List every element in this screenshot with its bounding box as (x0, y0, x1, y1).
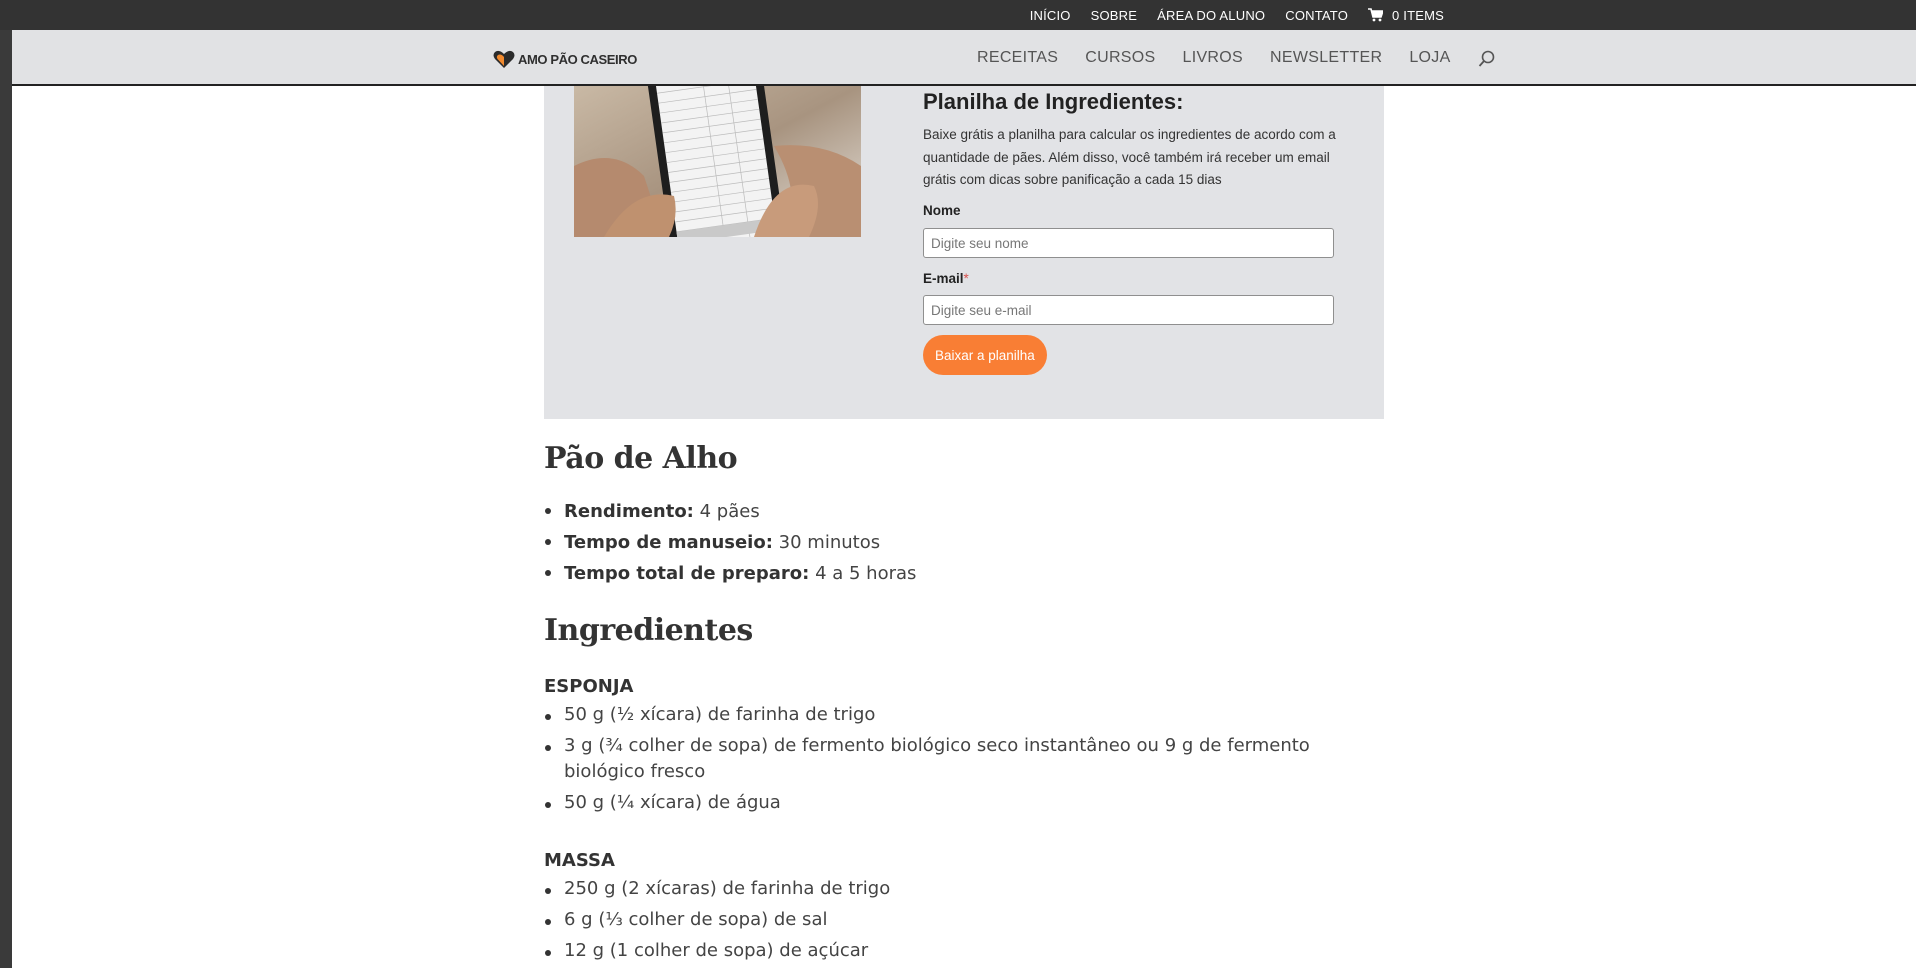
name-label: Nome (923, 203, 961, 218)
cart-icon (1368, 8, 1384, 22)
recipe-meta-list: Rendimento: 4 pães Tempo de manuseio: 30… (544, 496, 1364, 589)
meta-item-handling-time: Tempo de manuseio: 30 minutos (544, 527, 1364, 558)
nav-item-livros[interactable]: LIVROS (1183, 49, 1244, 67)
list-item: 250 g (2 xícaras) de farinha de trigo (544, 876, 1364, 902)
required-mark: * (963, 271, 969, 286)
ingredients-title: Ingredientes (544, 613, 753, 648)
recipe-title: Pão de Alho (544, 441, 738, 476)
list-item: 3 g (¾ colher de sopa) de fermento bioló… (544, 733, 1364, 785)
list-item: 6 g (⅓ colher de sopa) de sal (544, 907, 1364, 933)
name-input[interactable] (923, 228, 1334, 258)
logo-text: AMO PÃO CASEIRO (518, 51, 637, 67)
meta-value: 30 minutos (778, 532, 881, 553)
phone-spreadsheet-image (574, 86, 861, 237)
section-title-massa: MASSA (544, 850, 615, 871)
email-label: E-mail* (923, 271, 969, 286)
list-item: 50 g (¼ xícara) de água (544, 790, 1364, 816)
search-icon[interactable] (1478, 48, 1496, 68)
list-item: 12 g (1 colher de sopa) de açúcar (544, 938, 1364, 964)
section-title-esponja: ESPONJA (544, 676, 634, 697)
meta-value: 4 pães (699, 501, 760, 522)
optin-title: Planilha de Ingredientes: (923, 89, 1184, 114)
optin-box: Planilha de Ingredientes: Baixe grátis a… (544, 86, 1384, 419)
meta-item-total-time: Tempo total de preparo: 4 a 5 horas (544, 558, 1364, 589)
list-item: 50 g (½ xícara) de farinha de trigo (544, 702, 1364, 728)
meta-label: Tempo de manuseio: (564, 532, 773, 553)
ingredient-list-esponja: 50 g (½ xícara) de farinha de trigo 3 g … (544, 702, 1364, 821)
main-nav: RECEITAS CURSOS LIVROS NEWSLETTER LOJA (977, 48, 1496, 68)
ingredient-list-massa: 250 g (2 xícaras) de farinha de trigo 6 … (544, 876, 1364, 968)
top-bar: INÍCIO SOBRE ÁREA DO ALUNO CONTATO 0 ITE… (0, 0, 1916, 30)
nav-item-loja[interactable]: LOJA (1409, 49, 1450, 67)
meta-value: 4 a 5 horas (815, 563, 917, 584)
cart-link[interactable]: 0 ITEMS (1368, 8, 1444, 23)
email-label-text: E-mail (923, 271, 964, 286)
top-link-area-do-aluno[interactable]: ÁREA DO ALUNO (1157, 8, 1265, 23)
meta-label: Tempo total de preparo: (564, 563, 810, 584)
heart-bread-icon (493, 50, 515, 68)
page: Planilha de Ingredientes: Baixe grátis a… (12, 0, 1916, 968)
meta-item-yield: Rendimento: 4 pães (544, 496, 1364, 527)
email-input[interactable] (923, 295, 1334, 325)
top-link-contato[interactable]: CONTATO (1285, 8, 1348, 23)
nav-item-cursos[interactable]: CURSOS (1085, 49, 1155, 67)
site-logo[interactable]: AMO PÃO CASEIRO (492, 47, 637, 71)
browser-gutter (0, 0, 12, 968)
top-link-sobre[interactable]: SOBRE (1091, 8, 1138, 23)
nav-item-receitas[interactable]: RECEITAS (977, 49, 1058, 67)
nav-item-newsletter[interactable]: NEWSLETTER (1270, 49, 1382, 67)
cart-label: 0 ITEMS (1392, 7, 1444, 23)
top-link-inicio[interactable]: INÍCIO (1030, 8, 1071, 23)
meta-label: Rendimento: (564, 501, 694, 522)
optin-description: Baixe grátis a planilha para calcular os… (923, 127, 1336, 187)
download-spreadsheet-button[interactable]: Baixar a planilha (923, 335, 1047, 375)
main-header: AMO PÃO CASEIRO RECEITAS CURSOS LIVROS N… (12, 30, 1916, 86)
